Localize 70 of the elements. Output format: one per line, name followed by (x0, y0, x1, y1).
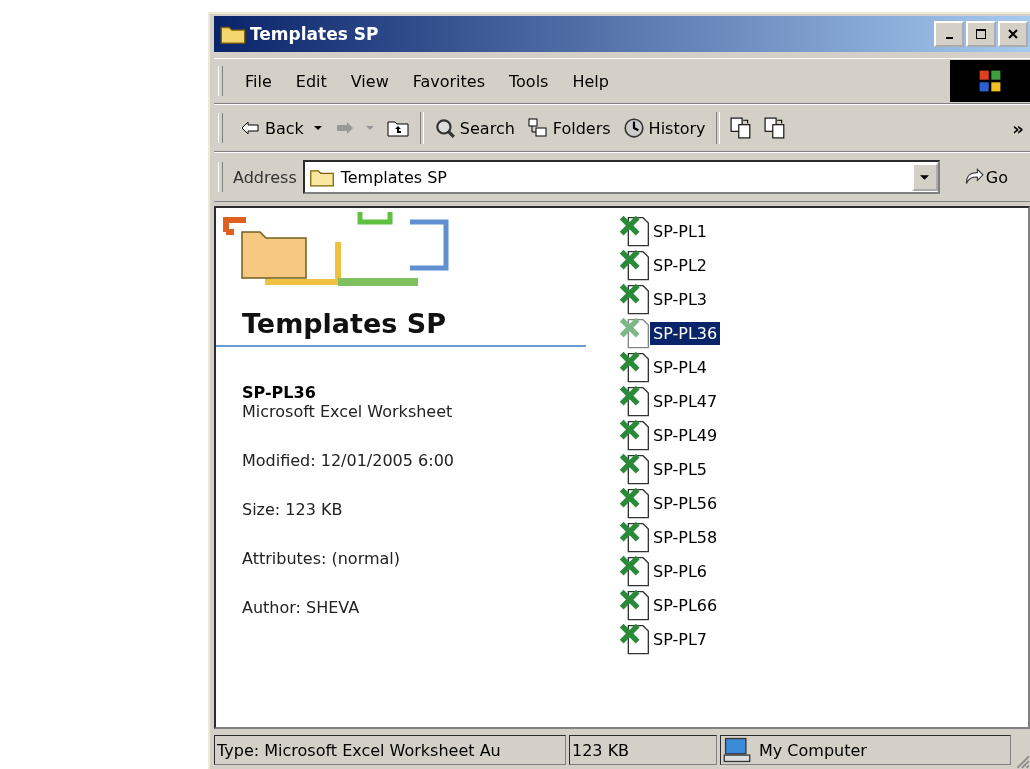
spreadsheet-file-icon (620, 317, 650, 349)
file-detail-text: Modified: 12/01/2005 6:00 (242, 451, 455, 470)
menu-item[interactable]: Favorites (400, 71, 497, 91)
toolbar-overflow-button[interactable]: » (1006, 115, 1030, 141)
file-detail-text: Size: 123 KB (242, 500, 344, 519)
selected-file-name: SP-PL36 (242, 383, 317, 402)
spreadsheet-name-entry[interactable]: SP-PL56 (650, 491, 721, 515)
minimize-icon (945, 37, 953, 39)
documents-icon (763, 117, 786, 139)
spreadsheet-file-icon (620, 555, 650, 587)
spreadsheet-name-entry[interactable]: SP-PL3 (650, 287, 710, 311)
spreadsheet-name-entry[interactable]: SP-PL2 (650, 253, 710, 277)
spreadsheet-name-entry[interactable]: SP-PL66 (650, 593, 721, 617)
status-size-text: 123 KB (569, 735, 717, 765)
folder-up-icon (385, 119, 410, 137)
spreadsheet-name-entry[interactable]: SP-PL36 (650, 321, 721, 345)
spreadsheet-file-icon (620, 419, 650, 451)
file-type-text: Microsoft Excel Worksheet (242, 402, 454, 421)
folder-heading: Templates SP (242, 308, 447, 339)
spreadsheet-name-entry[interactable]: SP-PL5 (650, 457, 710, 481)
spreadsheet-file-icon (620, 385, 650, 417)
spreadsheet-name-entry[interactable]: SP-PL49 (650, 423, 721, 447)
spreadsheet-file-icon (620, 487, 650, 519)
spreadsheet-file-icon (620, 623, 650, 655)
spreadsheet-name-entry[interactable]: SP-PL58 (650, 525, 721, 549)
address-label: Address (233, 167, 297, 187)
status-type-text: Type: Microsoft Excel Worksheet Au (214, 735, 566, 765)
left-arrow-icon (239, 120, 261, 136)
spreadsheet-name-entry[interactable]: SP-PL4 (650, 355, 710, 379)
menu-item[interactable]: View (338, 71, 401, 91)
history-button[interactable]: History (616, 115, 712, 141)
close-button[interactable] (998, 21, 1028, 47)
magnifier-icon (433, 117, 456, 139)
spreadsheet-file-icon (620, 215, 650, 247)
spreadsheet-name-entry[interactable]: SP-PL6 (650, 559, 710, 583)
caret-icon (920, 172, 930, 182)
spreadsheet-file-icon (620, 521, 650, 553)
maximize-icon (975, 28, 987, 40)
documents-icon (729, 117, 752, 139)
menu-item[interactable]: Tools (497, 71, 561, 91)
status-zone-text: My Computer (759, 740, 867, 760)
spreadsheet-file-icon (620, 249, 650, 281)
folder-icon (308, 167, 335, 187)
maximize-button[interactable] (966, 21, 996, 47)
menu-item[interactable]: Help (560, 71, 621, 91)
spreadsheet-name-entry[interactable]: SP-PL47 (650, 389, 721, 413)
caret-icon (313, 124, 322, 132)
file-detail-text: Author: SHEVA (242, 598, 361, 617)
go-button[interactable]: Go (955, 165, 1014, 189)
spreadsheet-file-icon (620, 589, 650, 621)
caret-icon (365, 124, 374, 132)
spreadsheet-file-icon (620, 453, 650, 485)
menu-item[interactable]: Edit (283, 71, 339, 91)
back-button[interactable]: Back (233, 116, 328, 140)
folders-icon (526, 118, 549, 138)
spreadsheet-name-entry[interactable]: SP-PL1 (650, 219, 710, 243)
search-button[interactable]: Search (427, 115, 521, 141)
close-icon (1007, 28, 1019, 40)
folders-button[interactable]: Folders (520, 116, 617, 140)
spreadsheet-name-entry[interactable]: SP-PL7 (650, 627, 710, 651)
address-field[interactable]: Templates SP (302, 160, 940, 194)
window-title: Templates SP (250, 24, 380, 44)
computer-icon (723, 737, 751, 763)
spreadsheet-file-icon (620, 351, 650, 383)
file-detail-text: Attributes: (normal) (242, 549, 401, 568)
clock-icon (622, 117, 645, 139)
dropdown-button[interactable] (911, 163, 938, 191)
menu-item[interactable]: File (233, 71, 284, 91)
spreadsheet-file-icon (620, 283, 650, 315)
resize-grip-icon (1014, 753, 1030, 769)
